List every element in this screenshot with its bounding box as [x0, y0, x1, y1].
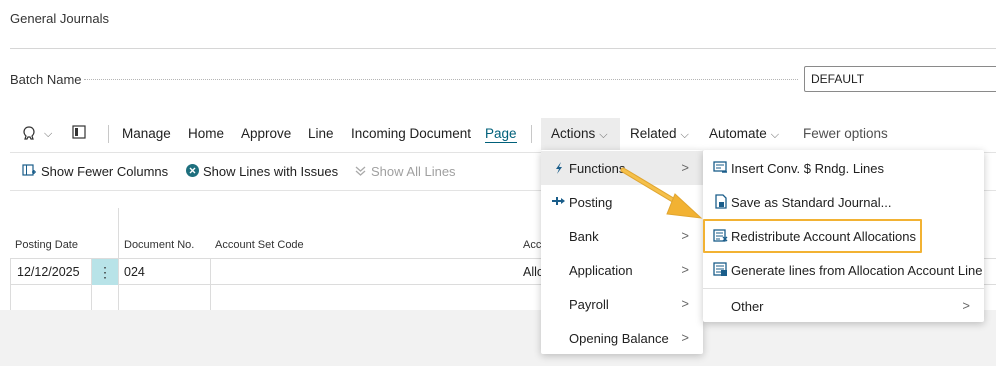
menu-item-label: Save as Standard Journal...	[731, 195, 892, 210]
toolbar-separator	[531, 125, 532, 143]
tab-incoming-document[interactable]: Incoming Document	[351, 126, 471, 141]
column-header-posting-date[interactable]: Posting Date	[15, 239, 78, 251]
chevron-down-icon: ⌵	[599, 129, 608, 141]
posting-icon	[551, 194, 565, 209]
automate-menu-button[interactable]: Automate ⌵	[709, 126, 779, 142]
chevron-right-icon: >	[681, 330, 689, 345]
chevron-right-icon: >	[962, 298, 970, 313]
actions-label: Actions	[551, 126, 596, 141]
tab-page[interactable]: Page	[485, 126, 517, 143]
page-title: General Journals	[10, 11, 109, 26]
show-all-lines-icon	[353, 163, 368, 178]
menu-item-application[interactable]: Application >	[541, 253, 703, 287]
chevron-down-icon[interactable]: ⌵	[40, 125, 52, 141]
insert-lines-icon	[713, 160, 727, 175]
related-label: Related	[630, 126, 677, 141]
tab-approve[interactable]: Approve	[241, 126, 291, 141]
menu-item-insert-conv-rndg-lines[interactable]: Insert Conv. $ Rndg. Lines	[703, 151, 984, 185]
menu-item-generate-lines-from-allocation[interactable]: Generate lines from Allocation Account L…	[703, 253, 984, 287]
chevron-right-icon: >	[681, 262, 689, 277]
save-journal-icon	[714, 194, 728, 209]
related-menu-button[interactable]: Related ⌵	[630, 126, 689, 142]
function-icon	[552, 160, 566, 175]
column-header-document-no[interactable]: Document No.	[124, 239, 194, 251]
annotation-arrow-icon	[620, 167, 703, 219]
menu-item-label: Generate lines from Allocation Account L…	[731, 263, 983, 278]
menu-item-label: Other	[731, 299, 764, 314]
chevron-down-icon: ⌵	[680, 129, 689, 141]
actions-menu-button[interactable]: Actions ⌵	[551, 126, 608, 142]
action-bar: ⌵ Manage Home Approve Line Incoming Docu…	[0, 118, 996, 150]
issues-icon	[185, 163, 200, 178]
cell-posting-date[interactable]: 12/12/2025	[17, 265, 80, 279]
batch-name-leader	[84, 79, 798, 80]
header-divider	[10, 48, 996, 49]
tab-manage[interactable]: Manage	[122, 126, 171, 141]
row-actions-icon[interactable]: ⋮	[92, 259, 118, 285]
menu-item-label: Insert Conv. $ Rndg. Lines	[731, 161, 884, 176]
automate-label: Automate	[709, 126, 767, 141]
grid-column-divider	[118, 208, 119, 310]
chevron-right-icon: >	[681, 228, 689, 243]
highlight-box	[703, 219, 922, 253]
view-mode-icon[interactable]	[20, 124, 38, 142]
menu-item-other[interactable]: Other >	[703, 289, 984, 323]
menu-item-label: Posting	[569, 195, 613, 210]
menu-item-label: Payroll	[569, 297, 609, 312]
chevron-down-icon: ⌵	[770, 129, 780, 141]
show-fewer-columns-button[interactable]: Show Fewer Columns	[41, 164, 168, 179]
show-all-lines-button[interactable]: Show All Lines	[371, 164, 456, 179]
generate-lines-icon	[713, 262, 727, 277]
column-header-account-set-code[interactable]: Account Set Code	[215, 239, 304, 251]
fewer-options-button[interactable]: Fewer options	[803, 126, 888, 141]
cell-document-no[interactable]: 024	[124, 265, 145, 279]
toolbar-separator	[108, 125, 109, 143]
menu-item-opening-balance[interactable]: Opening Balance >	[541, 321, 703, 355]
menu-item-payroll[interactable]: Payroll >	[541, 287, 703, 321]
menu-item-label: Bank	[569, 229, 599, 244]
show-columns-icon	[22, 163, 37, 178]
batch-name-field[interactable]: DEFAULT	[804, 66, 996, 92]
menu-item-label: Application	[569, 263, 633, 278]
tab-line[interactable]: Line	[308, 126, 334, 141]
open-in-new-window-icon[interactable]	[71, 124, 89, 142]
chevron-right-icon: >	[681, 296, 689, 311]
tab-home[interactable]: Home	[188, 126, 224, 141]
menu-item-label: Opening Balance	[569, 331, 669, 346]
batch-name-label: Batch Name	[10, 72, 82, 87]
show-lines-with-issues-button[interactable]: Show Lines with Issues	[203, 164, 338, 179]
menu-item-save-as-standard-journal[interactable]: Save as Standard Journal...	[703, 185, 984, 219]
